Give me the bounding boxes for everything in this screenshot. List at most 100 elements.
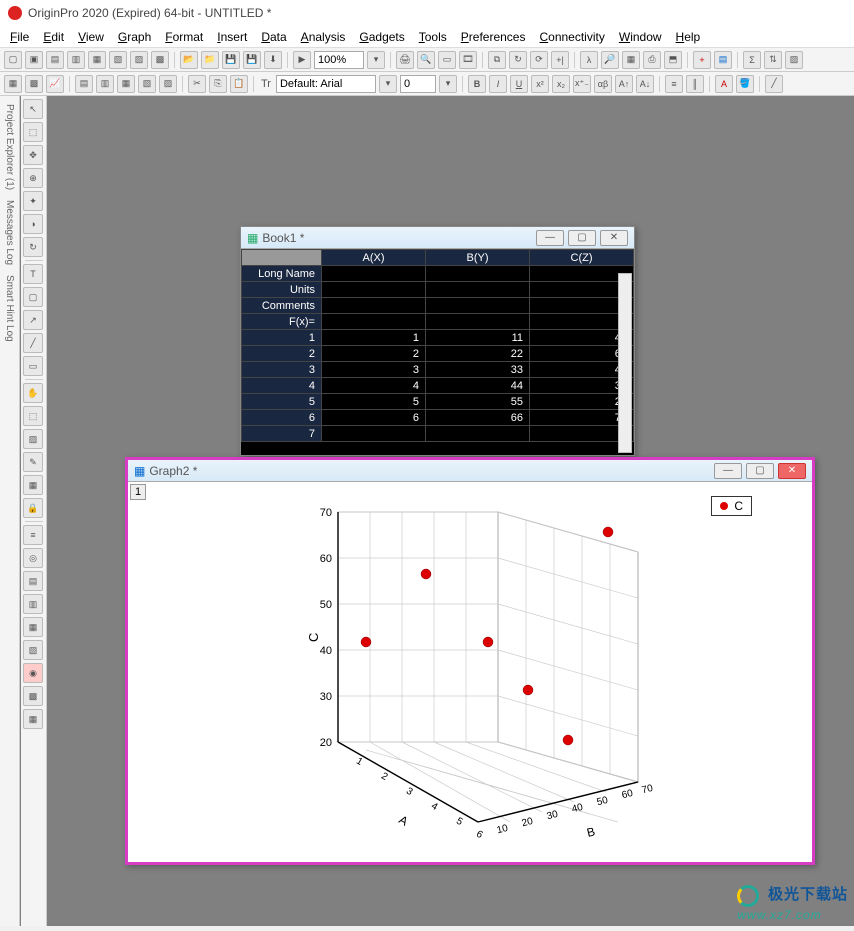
add-red-icon[interactable]: + bbox=[693, 51, 711, 69]
worksheet-grid[interactable]: A(X) B(Y) C(Z) Long Name Units Comments … bbox=[241, 249, 634, 455]
mask-tool-icon[interactable]: ▨ bbox=[23, 429, 43, 449]
new-workbook-icon[interactable]: ▤ bbox=[46, 51, 64, 69]
row-3[interactable]: 3 bbox=[242, 362, 322, 378]
draw-data-icon[interactable]: ✎ bbox=[23, 452, 43, 472]
row-fx[interactable]: F(x)= bbox=[242, 314, 322, 330]
reader-icon[interactable]: ⊕ bbox=[23, 168, 43, 188]
paste-icon[interactable]: 📋 bbox=[230, 75, 248, 93]
arrow-tool-icon[interactable]: ↗ bbox=[23, 310, 43, 330]
rect-tool-icon[interactable]: ▭ bbox=[23, 356, 43, 376]
refresh-icon[interactable]: ↻ bbox=[509, 51, 527, 69]
add-blue-icon[interactable]: ▤ bbox=[714, 51, 732, 69]
font-dropdown-icon[interactable]: ▾ bbox=[379, 75, 397, 93]
mask-icon[interactable]: ▨ bbox=[785, 51, 803, 69]
zoom-dropdown-icon[interactable]: ▾ bbox=[367, 51, 385, 69]
palette5-icon[interactable]: ▦ bbox=[23, 617, 43, 637]
copy-icon[interactable]: ⎘ bbox=[209, 75, 227, 93]
insert-graph-icon[interactable]: ▦ bbox=[23, 475, 43, 495]
font-input[interactable] bbox=[276, 75, 376, 93]
new-notes-icon[interactable]: ▩ bbox=[151, 51, 169, 69]
duplicate-icon[interactable]: ⧉ bbox=[488, 51, 506, 69]
layer-badge[interactable]: 1 bbox=[130, 484, 146, 500]
close-button[interactable]: ✕ bbox=[778, 463, 806, 479]
fill-color-icon[interactable]: 🪣 bbox=[736, 75, 754, 93]
zoom-input[interactable] bbox=[314, 51, 364, 69]
bold-icon[interactable]: B bbox=[468, 75, 486, 93]
matrix-icon[interactable]: ▩ bbox=[25, 75, 43, 93]
menu-window[interactable]: Window bbox=[619, 30, 662, 44]
wks3-icon[interactable]: ▦ bbox=[117, 75, 135, 93]
italic-icon[interactable]: I bbox=[489, 75, 507, 93]
graph-canvas[interactable]: 1 C bbox=[128, 482, 812, 862]
palette9-icon[interactable]: ▦ bbox=[23, 709, 43, 729]
run-icon[interactable]: ▶ bbox=[293, 51, 311, 69]
cell[interactable]: 6 bbox=[322, 410, 426, 426]
messages-log-tab[interactable]: Messages Log bbox=[4, 200, 15, 265]
greek-icon[interactable]: αβ bbox=[594, 75, 612, 93]
merge-icon[interactable]: ⬒ bbox=[664, 51, 682, 69]
worksheet-icon[interactable]: ▦ bbox=[4, 75, 22, 93]
cell[interactable]: 2 bbox=[322, 346, 426, 362]
decrease-font-icon[interactable]: A↓ bbox=[636, 75, 654, 93]
annotation-icon[interactable]: ▢ bbox=[23, 287, 43, 307]
maximize-button[interactable]: ▢ bbox=[568, 230, 596, 246]
import-icon[interactable]: ⬇ bbox=[264, 51, 282, 69]
line-color-icon[interactable]: ╱ bbox=[765, 75, 783, 93]
cell[interactable]: 22 bbox=[426, 346, 530, 362]
line-tool-icon[interactable]: ╱ bbox=[23, 333, 43, 353]
graph-window[interactable]: ▦ Graph2 * — ▢ ✕ 1 C bbox=[125, 457, 815, 865]
maximize-button[interactable]: ▢ bbox=[746, 463, 774, 479]
sort-icon[interactable]: ⇅ bbox=[764, 51, 782, 69]
row-5[interactable]: 5 bbox=[242, 394, 322, 410]
project-explorer-tab[interactable]: Project Explorer (1) bbox=[4, 104, 15, 190]
row-comments[interactable]: Comments bbox=[242, 298, 322, 314]
cell[interactable] bbox=[322, 426, 426, 442]
movie-icon[interactable]: 🎞 bbox=[459, 51, 477, 69]
cell[interactable]: 1 bbox=[322, 330, 426, 346]
grid-corner[interactable] bbox=[242, 250, 322, 266]
row-longname[interactable]: Long Name bbox=[242, 266, 322, 282]
menu-format[interactable]: Format bbox=[165, 30, 203, 44]
subsup-icon[interactable]: x⁺₋ bbox=[573, 75, 591, 93]
pointer-icon[interactable]: ↖ bbox=[23, 99, 43, 119]
row-7[interactable]: 7 bbox=[242, 426, 322, 442]
save-template-icon[interactable]: 💾 bbox=[243, 51, 261, 69]
menu-analysis[interactable]: Analysis bbox=[301, 30, 346, 44]
font-color-icon[interactable]: A bbox=[715, 75, 733, 93]
zoom-rect-icon[interactable]: ⬚ bbox=[23, 122, 43, 142]
cell[interactable]: 55 bbox=[426, 394, 530, 410]
graph-icon[interactable]: 📈 bbox=[46, 75, 64, 93]
cell[interactable]: 5 bbox=[322, 394, 426, 410]
cell[interactable]: 33 bbox=[426, 362, 530, 378]
new-matrix-icon[interactable]: ▧ bbox=[109, 51, 127, 69]
open-icon[interactable]: 📂 bbox=[180, 51, 198, 69]
menu-tools[interactable]: Tools bbox=[419, 30, 447, 44]
wks2-icon[interactable]: ▥ bbox=[96, 75, 114, 93]
text-tool-icon[interactable]: T bbox=[23, 264, 43, 284]
line-style-icon[interactable]: ≡ bbox=[665, 75, 683, 93]
menu-graph[interactable]: Graph bbox=[118, 30, 151, 44]
vertical-scrollbar[interactable] bbox=[618, 273, 632, 453]
print-icon[interactable]: 🖨 bbox=[396, 51, 414, 69]
slide-icon[interactable]: ▭ bbox=[438, 51, 456, 69]
extract-icon[interactable]: ⎙ bbox=[643, 51, 661, 69]
increase-font-icon[interactable]: A↑ bbox=[615, 75, 633, 93]
legend[interactable]: C bbox=[711, 496, 752, 516]
palette1-icon[interactable]: ≡ bbox=[23, 525, 43, 545]
open-template-icon[interactable]: 📁 bbox=[201, 51, 219, 69]
palette2-icon[interactable]: ◎ bbox=[23, 548, 43, 568]
cut-icon[interactable]: ✂ bbox=[188, 75, 206, 93]
palette4-icon[interactable]: ▥ bbox=[23, 594, 43, 614]
size-dropdown-icon[interactable]: ▾ bbox=[439, 75, 457, 93]
menu-view[interactable]: View bbox=[78, 30, 104, 44]
save-icon[interactable]: 💾 bbox=[222, 51, 240, 69]
menu-preferences[interactable]: Preferences bbox=[461, 30, 526, 44]
row-4[interactable]: 4 bbox=[242, 378, 322, 394]
code-builder-icon[interactable]: λ bbox=[580, 51, 598, 69]
smart-hint-log-tab[interactable]: Smart Hint Log bbox=[4, 275, 15, 342]
menu-insert[interactable]: Insert bbox=[217, 30, 247, 44]
cell[interactable]: 44 bbox=[426, 378, 530, 394]
minimize-button[interactable]: — bbox=[536, 230, 564, 246]
print-preview-icon[interactable]: 🔍 bbox=[417, 51, 435, 69]
add-column-icon[interactable]: +| bbox=[551, 51, 569, 69]
